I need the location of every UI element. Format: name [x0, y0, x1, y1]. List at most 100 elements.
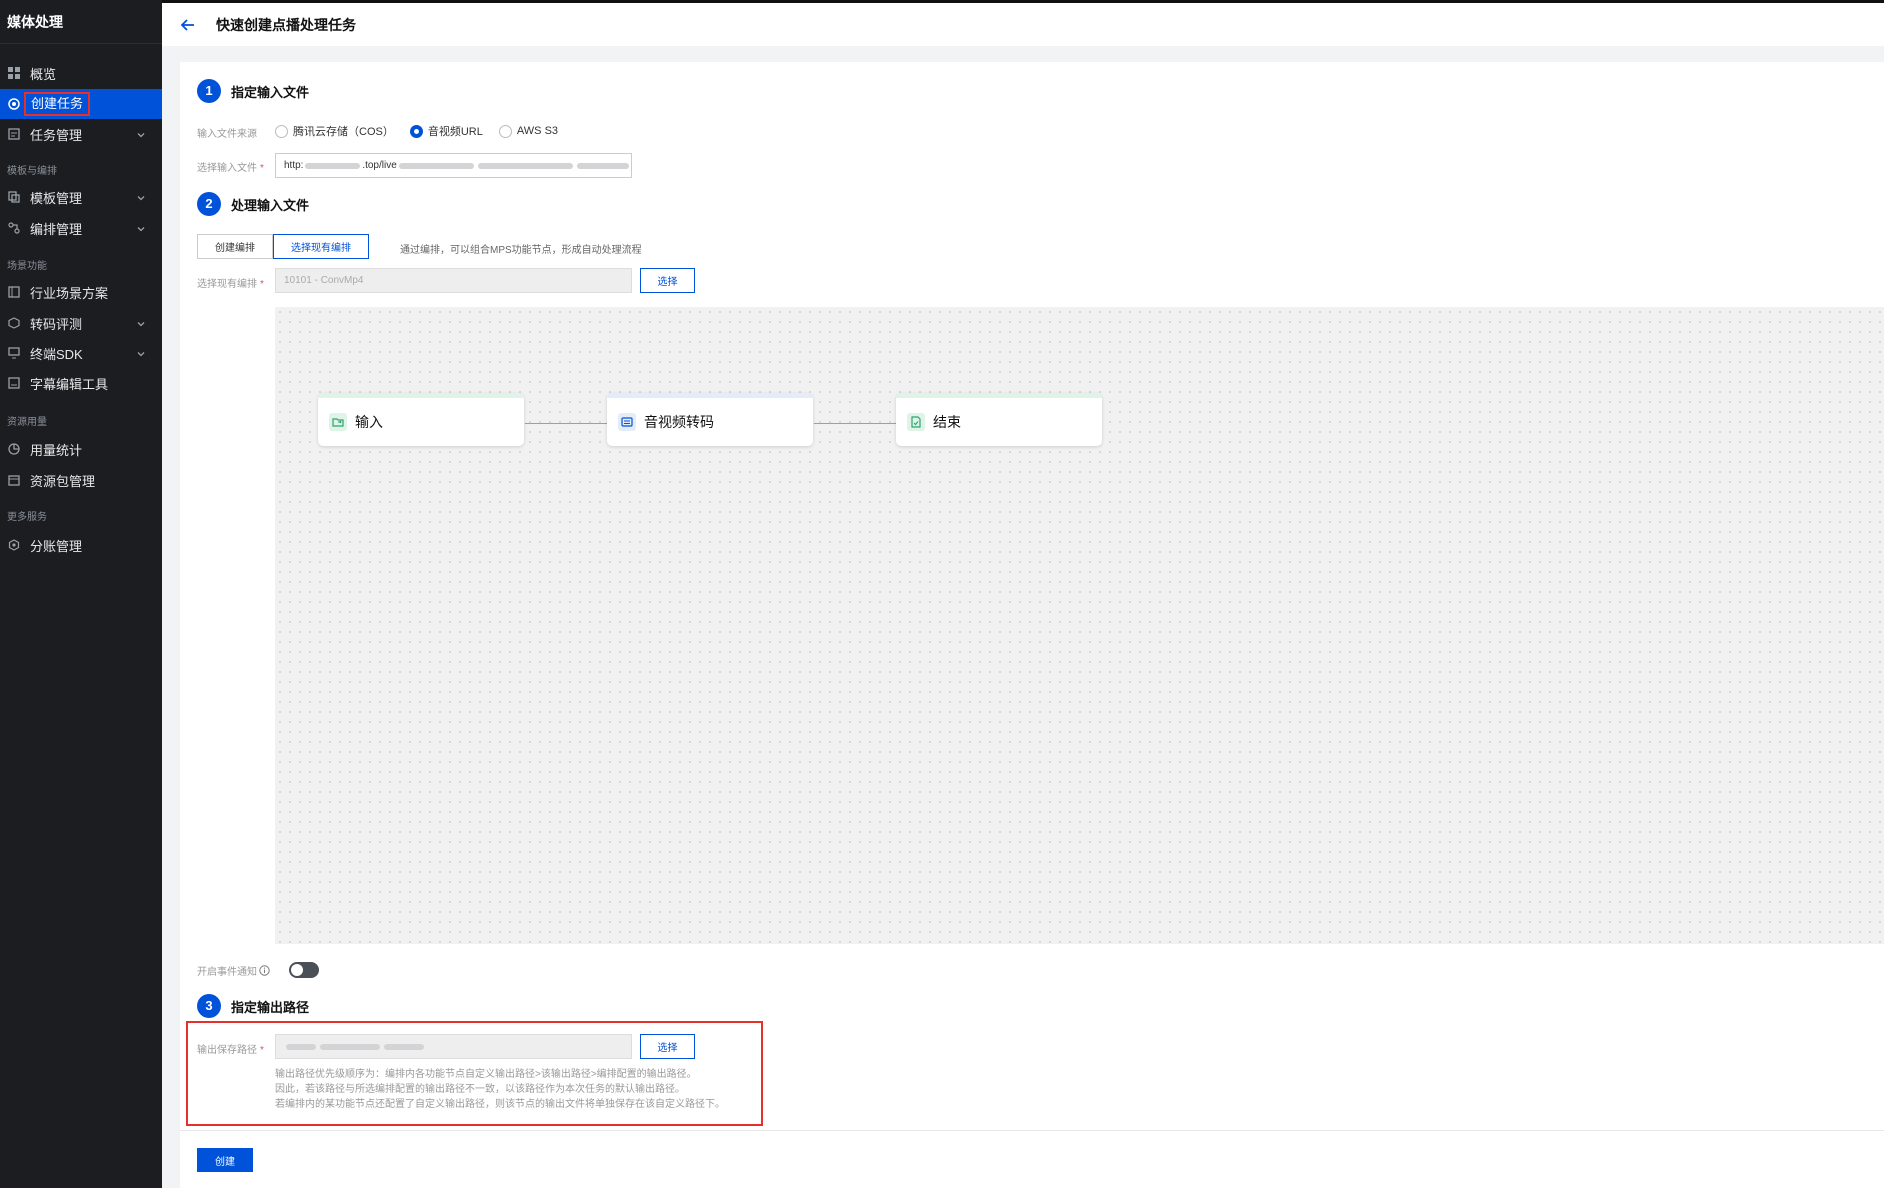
file-value-prefix: http:: [284, 160, 304, 171]
orchestration-label: 选择现有编排 *: [197, 279, 264, 290]
settings-icon: [7, 538, 21, 552]
radio-circle[interactable]: [275, 124, 288, 138]
subtitle-icon: [7, 376, 21, 390]
tab-create-orchestration[interactable]: 创建编排: [197, 234, 273, 259]
toggle-knob: [291, 964, 303, 976]
footer-divider: [180, 1130, 1884, 1131]
nav-group-more: 更多服务: [7, 512, 47, 523]
step-title: 处理输入文件: [231, 197, 310, 213]
orchestration-mode-tabs: 创建编排 选择现有编排: [197, 234, 369, 259]
sidebar-item-label: 编排管理: [30, 221, 83, 237]
sidebar-item-label: 资源包管理: [30, 473, 96, 489]
sidebar-item-usage-stats[interactable]: 用量统计: [0, 434, 162, 464]
workflow-node-input[interactable]: 输入: [318, 393, 524, 446]
radio-label: AWS S3: [516, 125, 559, 137]
app-title: 媒体处理: [0, 0, 162, 44]
output-path-label: 输出保存路径 *: [197, 1045, 264, 1056]
redacted-block: [478, 162, 573, 169]
building-icon: [7, 285, 21, 299]
page-title: 快速创建点播处理任务: [216, 16, 356, 33]
back-arrow-icon[interactable]: [178, 15, 198, 35]
step-2-header: 2 处理输入文件: [197, 192, 309, 216]
grid-icon: [7, 66, 21, 80]
redacted-block: [320, 1043, 380, 1050]
circle-plus-icon: [7, 97, 21, 111]
template-icon: [7, 190, 21, 204]
select-output-path-button[interactable]: 选择: [640, 1034, 695, 1059]
select-orchestration-button[interactable]: 选择: [640, 268, 695, 293]
sidebar-item-transcode-eval[interactable]: 转码评测: [0, 308, 162, 338]
workflow-icon: [7, 221, 21, 235]
chevron-down-icon: [136, 317, 146, 327]
orchestration-field[interactable]: 10101 - ConvMp4: [275, 268, 632, 293]
workflow-edge: [814, 423, 897, 424]
node-label: 音视频转码: [644, 414, 714, 430]
chevron-down-icon: [136, 222, 146, 232]
orchestration-hint: 通过编排，可以组合MPS功能节点，形成自动处理流程: [400, 245, 642, 256]
sidebar-item-terminal-sdk[interactable]: 终端SDK: [0, 338, 162, 368]
tab-existing-orchestration[interactable]: 选择现有编排: [273, 234, 369, 259]
file-input-icon: [329, 413, 347, 431]
sidebar-item-label: 字幕编辑工具: [30, 376, 109, 392]
orchestration-value: 10101 - ConvMp4: [284, 275, 364, 286]
radio-circle[interactable]: [409, 124, 423, 138]
input-file-field[interactable]: http: .top/live: [275, 153, 632, 178]
sidebar-item-orchestration-mgmt[interactable]: 编排管理: [0, 213, 162, 243]
chevron-down-icon: [136, 191, 146, 201]
sidebar-item-task-mgmt[interactable]: 任务管理: [0, 119, 162, 149]
workflow-node-transcode[interactable]: 音视频转码: [607, 393, 813, 446]
step-3-header: 3 指定输出路径: [197, 994, 309, 1018]
redacted-block: [305, 162, 361, 169]
pie-chart-icon: [7, 442, 21, 456]
note-line: 若编排内的某功能节点还配置了自定义输出路径，则该节点的输出文件将单独保存在该自定…: [275, 1099, 725, 1110]
radio-label: 音视频URL: [427, 126, 483, 138]
orchestration-label-text: 选择现有编排: [197, 279, 257, 290]
sidebar-item-template-mgmt[interactable]: 模板管理: [0, 182, 162, 212]
node-label: 输入: [355, 414, 383, 430]
monitor-icon: [7, 346, 21, 360]
document-icon: [7, 127, 21, 141]
sidebar-item-split-billing[interactable]: 分账管理: [0, 530, 162, 560]
sidebar-item-label: 用量统计: [30, 442, 83, 458]
source-label: 输入文件来源: [197, 125, 257, 140]
output-path-field[interactable]: [275, 1034, 632, 1059]
radio-circle[interactable]: [498, 124, 512, 138]
sidebar-item-label: 行业场景方案: [30, 285, 109, 301]
nav-group-templates: 模板与编排: [7, 166, 57, 177]
sidebar-item-package-mgmt[interactable]: 资源包管理: [0, 465, 162, 495]
output-path-notes: 输出路径优先级顺序为：编排内各功能节点自定义输出路径>该输出路径>编排配置的输出…: [275, 1067, 725, 1112]
redacted-block: [286, 1043, 316, 1050]
file-value-mid: .top/live: [362, 160, 397, 171]
redacted-block: [577, 162, 630, 169]
note-line: 因此，若该路径与所选编排配置的输出路径不一致，以该路径作为本次任务的默认输出路径…: [275, 1084, 685, 1095]
radio-url[interactable]: 音视频URL: [409, 123, 483, 139]
source-label-text: 输入文件来源: [197, 129, 257, 140]
sidebar-item-overview[interactable]: 概览: [0, 58, 162, 88]
sidebar-item-label: 终端SDK: [30, 346, 83, 362]
source-radio-group: 腾讯云存储（COS） 音视频URL AWS S3: [275, 123, 574, 139]
node-label: 结束: [933, 414, 961, 430]
sidebar: 媒体处理 概览 创建任务 任务管理 模板与编排 模板管理 编排管理 场景功能 行…: [0, 0, 162, 1188]
page-header: 快速创建点播处理任务: [162, 0, 1884, 46]
workflow-canvas[interactable]: 输入 音视频转码 结束: [275, 307, 1884, 944]
nav-group-resources: 资源用量: [7, 417, 47, 428]
step-number: 1: [197, 79, 221, 103]
redacted-block: [384, 1043, 424, 1050]
file-end-icon: [907, 413, 925, 431]
sidebar-item-label: 分账管理: [30, 538, 83, 554]
sidebar-item-label: 创建任务: [24, 92, 91, 116]
cube-icon: [7, 316, 21, 330]
create-button[interactable]: 创建: [197, 1148, 253, 1172]
sidebar-item-label: 转码评测: [30, 316, 83, 332]
package-icon: [7, 473, 21, 487]
sidebar-item-create-task[interactable]: 创建任务: [0, 89, 162, 119]
sidebar-item-label: 任务管理: [30, 127, 83, 143]
event-notify-toggle[interactable]: [289, 962, 319, 978]
step-title: 指定输出路径: [231, 999, 310, 1015]
radio-cos[interactable]: 腾讯云存储（COS）: [275, 123, 394, 139]
sidebar-item-subtitle-tool[interactable]: 字幕编辑工具: [0, 368, 162, 398]
info-icon[interactable]: [259, 965, 270, 976]
workflow-node-end[interactable]: 结束: [896, 393, 1102, 446]
radio-aws[interactable]: AWS S3: [498, 124, 559, 138]
sidebar-item-industry-solution[interactable]: 行业场景方案: [0, 277, 162, 307]
